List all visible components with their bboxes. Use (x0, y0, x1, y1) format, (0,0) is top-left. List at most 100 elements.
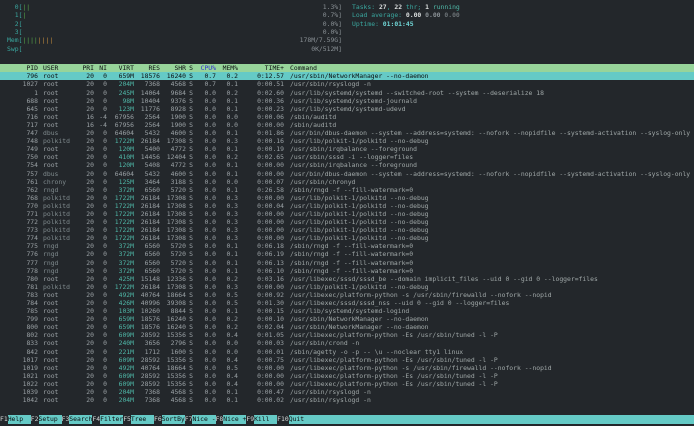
process-row[interactable]: 1042root200204M73684568S0.00.10:00.02/us… (0, 396, 694, 404)
process-row[interactable]: 785root200103M102608844S0.00.10:00.15/us… (0, 307, 694, 315)
process-row[interactable]: 777rngd200372M65605720S0.00.10:06.13/sbi… (0, 259, 694, 267)
fnkey-f1[interactable]: F1Help (0, 415, 31, 424)
res-cell: 14456 (134, 153, 160, 161)
process-row[interactable]: 771polkitd2001722M2618417308S0.00.30:00.… (0, 210, 694, 218)
process-row[interactable]: 761chrony200125M34643188S0.00.00:00.07/u… (0, 178, 694, 186)
process-row[interactable]: 776rngd200372M65605720S0.00.10:06.19/sbi… (0, 250, 694, 258)
pid-cell: 748 (0, 137, 38, 145)
process-row[interactable]: 774polkitd2001722M2618417308S0.00.30:00.… (0, 234, 694, 242)
pid-cell: 688 (0, 97, 38, 105)
command-cell: /usr/lib/polkit-1/polkitd --no-debug (284, 194, 694, 202)
virt-cell: 204M (107, 80, 134, 88)
command-cell: /sbin/rngd -f --fill-watermark=0 (284, 186, 694, 194)
process-row-selected[interactable]: 796root200659M1857616240S0.70.20:12.57/u… (0, 72, 694, 80)
process-row[interactable]: 842root200221M17121600S0.00.00:00.01/sbi… (0, 348, 694, 356)
column-header-user[interactable]: USER (38, 64, 78, 72)
process-row[interactable]: 833root200240M36562796S0.00.00:00.03/usr… (0, 339, 694, 347)
ni-cell: 0 (94, 234, 107, 242)
process-row[interactable]: 775rngd200372M65605720S0.00.10:06.18/sbi… (0, 242, 694, 250)
fnkey-f6[interactable]: F6SortBy (154, 415, 185, 424)
process-row[interactable]: 1017root200609M2859215356S0.00.40:00.75/… (0, 356, 694, 364)
mem-cell: 0.1 (216, 97, 238, 105)
cpu-cell: 0.0 (196, 348, 216, 356)
column-header-s[interactable]: S (186, 64, 196, 72)
user-cell: polkitd (38, 202, 78, 210)
column-header-shr[interactable]: SHR (160, 64, 186, 72)
column-header-pid[interactable]: PID (0, 64, 38, 72)
user-cell: polkitd (38, 226, 78, 234)
column-header-time[interactable]: TIME+ (238, 64, 284, 72)
process-row[interactable]: 800root200659M1857616240S0.00.20:02.04/u… (0, 323, 694, 331)
cpu-cell: 0.0 (196, 291, 216, 299)
mem-cell: 0.3 (216, 137, 238, 145)
ni-cell: 0 (94, 388, 107, 396)
column-header-cpu[interactable]: CPU% (196, 64, 216, 72)
process-row[interactable]: 1039root200204M73684568S0.00.10:00.47/us… (0, 388, 694, 396)
process-row[interactable]: 1root200245M140649684S0.00.20:02.60/usr/… (0, 89, 694, 97)
column-header-command[interactable]: Command (284, 64, 694, 72)
process-row[interactable]: 1021root200609M2859215356S0.00.40:00.00/… (0, 372, 694, 380)
process-row[interactable]: 717root16-46795625641900S0.00.00:00.00/s… (0, 121, 694, 129)
process-row[interactable]: 768polkitd2001722M2618417308S0.00.30:00.… (0, 194, 694, 202)
cpu-cell: 0.0 (196, 186, 216, 194)
process-row[interactable]: 747dbus2006460454324600S0.00.10:01.86/us… (0, 129, 694, 137)
column-header-mem[interactable]: MEM% (216, 64, 238, 72)
fnkey-f9[interactable]: F9Kill (246, 415, 277, 424)
fnkey-f2[interactable]: F2Setup (31, 415, 62, 424)
command-cell: /usr/sbin/crond -n (284, 339, 694, 347)
process-row[interactable]: 688root20098M104049376S0.00.10:00.36/usr… (0, 97, 694, 105)
pid-cell: 757 (0, 170, 38, 178)
process-row[interactable]: 750root200410M1445612404S0.00.20:02.65/u… (0, 153, 694, 161)
process-row[interactable]: 799root200659M1857616240S0.00.20:00.10/u… (0, 315, 694, 323)
state-cell: S (186, 388, 196, 396)
process-row[interactable]: 757dbus2006460454324600S0.00.10:00.00/us… (0, 170, 694, 178)
process-row[interactable]: 770polkitd2001722M2618417308S0.00.30:00.… (0, 202, 694, 210)
process-row[interactable]: 754root200120M54084772S0.00.10:00.00/usr… (0, 161, 694, 169)
process-row[interactable]: 784root200426M4099639308S0.00.50:01.30/u… (0, 299, 694, 307)
user-cell: root (38, 275, 78, 283)
virt-cell: 492M (107, 291, 134, 299)
user-cell: root (38, 396, 78, 404)
pri-cell: 20 (78, 137, 94, 145)
column-header-pri[interactable]: PRI (78, 64, 94, 72)
state-cell: S (186, 339, 196, 347)
user-cell: root (38, 113, 78, 121)
process-row[interactable]: 1022root200609M2859215356S0.00.40:00.00/… (0, 380, 694, 388)
fnkey-f4[interactable]: F4Filter (92, 415, 123, 424)
virt-cell: 123M (107, 105, 134, 113)
column-header-ni[interactable]: NI (94, 64, 107, 72)
mem-cell: 0.5 (216, 299, 238, 307)
process-row[interactable]: 749root200120M54004772S0.00.10:00.19/usr… (0, 145, 694, 153)
process-row[interactable]: 783root200492M4076418664S0.00.50:00.92/u… (0, 291, 694, 299)
res-cell: 40764 (134, 291, 160, 299)
fnkey-f5[interactable]: F5Tree (123, 415, 154, 424)
process-row[interactable]: 772polkitd2001722M2618417308S0.00.30:00.… (0, 218, 694, 226)
process-row[interactable]: 802root200609M2859215356S0.00.40:01.05/u… (0, 331, 694, 339)
shr-cell: 17308 (160, 283, 186, 291)
fnkey-f8[interactable]: F8Nice + (216, 415, 247, 424)
process-row[interactable]: 716root16-46795625641900S0.00.00:00.06/s… (0, 113, 694, 121)
command-cell: /usr/sbin/irqbalance --foreground (284, 161, 694, 169)
process-row[interactable]: 1019root200492M4076418664S0.00.50:00.00/… (0, 364, 694, 372)
command-cell: /usr/sbin/sssd -i --logger=files (284, 153, 694, 161)
state-cell: S (186, 186, 196, 194)
process-row[interactable]: 778rngd200372M65605720S0.00.10:06.10/sbi… (0, 267, 694, 275)
command-cell: /usr/sbin/NetworkManager --no-daemon (284, 72, 694, 80)
process-row[interactable]: 773polkitd2001722M2618417308S0.00.30:00.… (0, 226, 694, 234)
cpu-cell: 0.0 (196, 105, 216, 113)
process-row[interactable]: 781polkitd2001722M2618417308S0.00.30:00.… (0, 283, 694, 291)
process-row[interactable]: 1027root200204M73684568S0.70.10:00.51/us… (0, 80, 694, 88)
process-row[interactable]: 780root200425M1514812336S0.00.20:03.16/u… (0, 275, 694, 283)
process-row[interactable]: 762rngd200372M65605720S0.00.10:26.58/sbi… (0, 186, 694, 194)
pri-cell: 20 (78, 396, 94, 404)
fnkey-f10[interactable]: F10Quit (277, 415, 312, 424)
state-cell: S (186, 153, 196, 161)
column-header-res[interactable]: RES (134, 64, 160, 72)
process-row[interactable]: 748polkitd2001722M2618417308S0.00.30:00.… (0, 137, 694, 145)
process-row[interactable]: 645root200123M117768928S0.00.10:00.23/us… (0, 105, 694, 113)
time-cell: 0:06.13 (238, 259, 284, 267)
fnkey-f3[interactable]: F3Search (62, 415, 93, 424)
cpu0-meter-value: 1.3%] (323, 3, 342, 11)
fnkey-f7[interactable]: F7Nice - (185, 415, 216, 424)
column-header-virt[interactable]: VIRT (107, 64, 134, 72)
